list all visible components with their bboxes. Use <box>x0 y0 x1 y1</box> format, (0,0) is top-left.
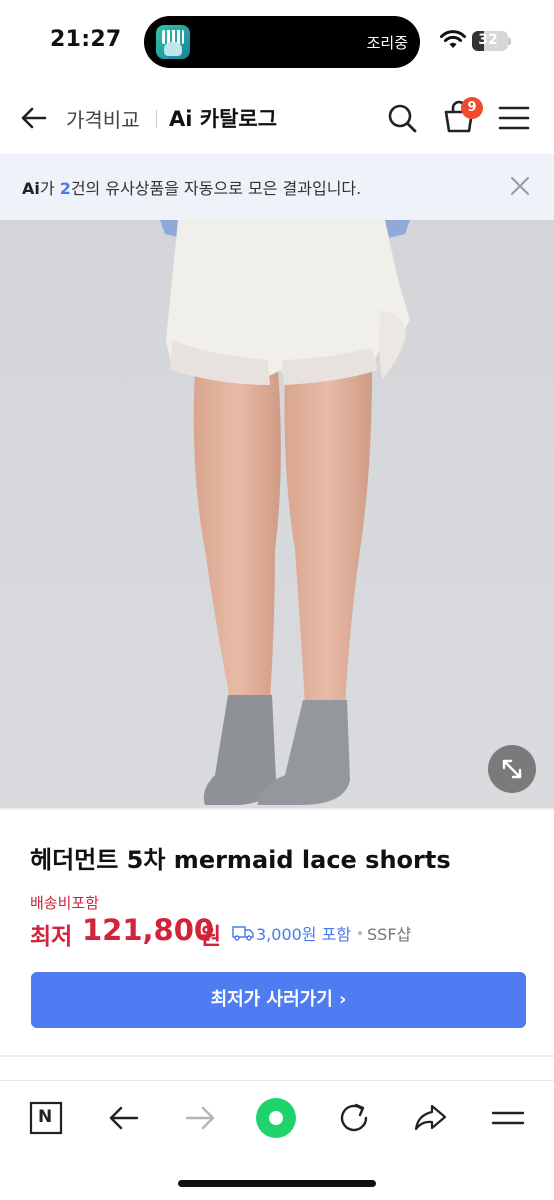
expand-image-button[interactable] <box>488 745 536 793</box>
naver-home-button[interactable]: N <box>26 1098 66 1138</box>
notice-text: Ai가 2건의 유사상품을 자동으로 모은 결과입니다. <box>22 175 361 199</box>
back-arrow-icon[interactable] <box>18 102 50 134</box>
buy-lowest-price-button[interactable]: 최저가 사러가기 › <box>31 972 526 1028</box>
status-bar: 21:27 조리중 32 <box>0 0 554 82</box>
notice-count: 2 <box>59 179 71 198</box>
naver-n-letter: N <box>38 1107 53 1127</box>
expand-icon <box>502 759 522 779</box>
header-divider <box>156 110 157 128</box>
separator-dot <box>358 931 362 935</box>
price-currency-unit: 원 <box>200 924 222 950</box>
page-title: Ai 카탈로그 <box>169 107 278 131</box>
lowest-price-label: 최저 <box>30 924 73 950</box>
content-divider <box>0 1055 554 1057</box>
notice-text-part1: 가 <box>39 179 60 198</box>
battery-percent: 32 <box>478 32 498 48</box>
battery-tip <box>508 38 511 45</box>
island-activity-label: 조리중 <box>366 34 408 52</box>
hamburger-menu-icon[interactable] <box>498 104 530 132</box>
delivery-fee-text: 3,000원 포함 <box>256 925 352 944</box>
battery-icon: 32 <box>472 31 508 51</box>
similar-products-notice: Ai가 2건의 유사상품을 자동으로 모은 결과입니다. <box>0 154 554 220</box>
notice-ai-label: Ai <box>22 179 40 198</box>
lowest-price-value: 121,800 <box>82 913 215 947</box>
close-icon[interactable] <box>508 174 532 198</box>
dynamic-island[interactable]: 조리중 <box>144 16 420 68</box>
wifi-icon <box>440 30 466 48</box>
notice-text-part2: 건의 유사상품을 자동으로 모은 결과입니다. <box>70 179 362 198</box>
browser-back-icon[interactable] <box>104 1098 144 1138</box>
cooking-app-icon <box>156 25 190 59</box>
green-dot-icon[interactable] <box>256 1098 296 1138</box>
search-icon[interactable] <box>386 102 418 134</box>
delivery-truck-icon <box>232 926 254 941</box>
share-icon[interactable] <box>410 1098 450 1138</box>
home-indicator <box>178 1180 376 1187</box>
status-time: 21:27 <box>50 27 122 52</box>
product-title: 헤더먼트 5차 mermaid lace shorts <box>30 846 451 874</box>
browser-menu-icon[interactable] <box>488 1098 528 1138</box>
product-photo <box>0 220 554 810</box>
browser-forward-icon[interactable] <box>180 1098 220 1138</box>
shipping-included-label: 배송비포함 <box>30 894 100 912</box>
product-image[interactable] <box>0 220 554 810</box>
price-compare-link[interactable]: 가격비교 <box>66 104 140 133</box>
refresh-icon[interactable] <box>334 1098 374 1138</box>
seller-name[interactable]: SSF샵 <box>367 921 411 945</box>
cart-count-badge: 9 <box>461 97 483 119</box>
